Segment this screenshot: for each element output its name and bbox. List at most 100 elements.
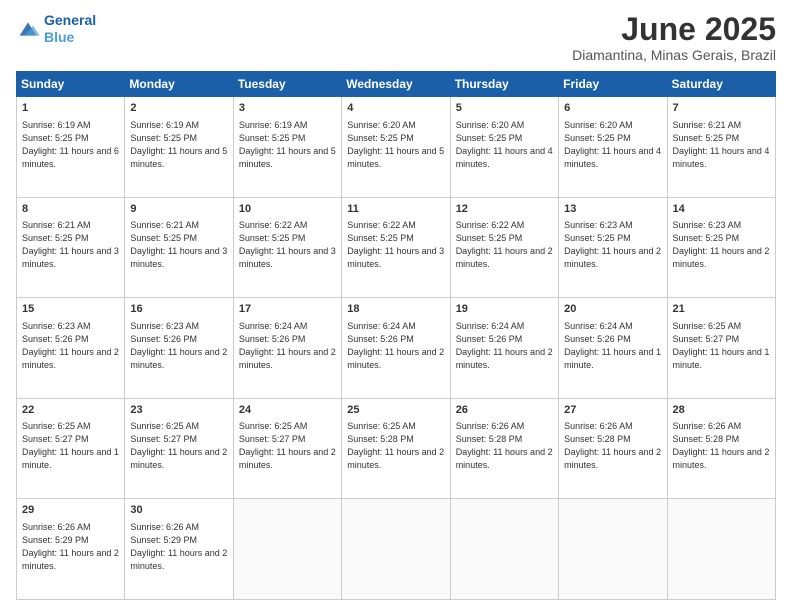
title-block: June 2025 Diamantina, Minas Gerais, Braz… (572, 12, 776, 63)
calendar-day-cell: 18Sunrise: 6:24 AMSunset: 5:26 PMDayligh… (342, 298, 450, 399)
calendar-day-cell: 11 Sunrise: 6:22 AMSunset: 5:25 PMDayligh… (342, 197, 450, 298)
calendar-day-cell: 23 Sunrise: 6:25 AMSunset: 5:27 PMDayligh… (125, 398, 233, 499)
col-wednesday: Wednesday (342, 72, 450, 97)
day-info: Sunrise: 6:19 AMSunset: 5:25 PMDaylight:… (239, 119, 336, 171)
day-info: Sunrise: 6:24 AMSunset: 5:26 PMDaylight:… (456, 320, 553, 372)
day-number: 17 (239, 302, 336, 317)
calendar-day-cell (559, 499, 667, 600)
day-number: 3 (239, 101, 336, 116)
calendar-day-cell: 3 Sunrise: 6:19 AMSunset: 5:25 PMDaylight… (233, 97, 341, 198)
day-info: Sunrise: 6:24 AMSunset: 5:26 PMDaylight:… (347, 320, 444, 372)
logo: General Blue (16, 12, 96, 46)
day-info: Sunrise: 6:23 AMSunset: 5:25 PMDaylight:… (564, 219, 661, 271)
day-info: Sunrise: 6:26 AMSunset: 5:29 PMDaylight:… (130, 521, 227, 573)
day-info: Sunrise: 6:25 AMSunset: 5:27 PMDaylight:… (239, 420, 336, 472)
col-tuesday: Tuesday (233, 72, 341, 97)
day-number: 2 (130, 101, 227, 116)
calendar-day-cell: 9Sunrise: 6:21 AMSunset: 5:25 PMDaylight… (125, 197, 233, 298)
day-number: 19 (456, 302, 553, 317)
day-number: 16 (130, 302, 227, 317)
day-info: Sunrise: 6:24 AMSunset: 5:26 PMDaylight:… (564, 320, 661, 372)
calendar-day-cell: 13 Sunrise: 6:23 AMSunset: 5:25 PMDayligh… (559, 197, 667, 298)
day-number: 30 (130, 503, 227, 518)
calendar-day-cell: 4Sunrise: 6:20 AMSunset: 5:25 PMDaylight… (342, 97, 450, 198)
calendar-day-cell: 22Sunrise: 6:25 AMSunset: 5:27 PMDayligh… (17, 398, 125, 499)
day-info: Sunrise: 6:19 AMSunset: 5:25 PMDaylight:… (22, 119, 119, 171)
day-number: 7 (673, 101, 770, 116)
calendar-day-cell: 28Sunrise: 6:26 AMSunset: 5:28 PMDayligh… (667, 398, 775, 499)
day-number: 21 (673, 302, 770, 317)
calendar-day-cell: 8 Sunrise: 6:21 AMSunset: 5:25 PMDaylight… (17, 197, 125, 298)
logo-blue: Blue (44, 29, 74, 45)
day-number: 15 (22, 302, 119, 317)
calendar-day-cell: 19 Sunrise: 6:24 AMSunset: 5:26 PMDayligh… (450, 298, 558, 399)
day-number: 13 (564, 202, 661, 217)
day-number: 29 (22, 503, 119, 518)
col-friday: Friday (559, 72, 667, 97)
calendar-day-cell: 2 Sunrise: 6:19 AMSunset: 5:25 PMDaylight… (125, 97, 233, 198)
calendar-day-cell (233, 499, 341, 600)
day-info: Sunrise: 6:20 AMSunset: 5:25 PMDaylight:… (456, 119, 553, 171)
logo-icon (16, 19, 40, 39)
col-thursday: Thursday (450, 72, 558, 97)
col-monday: Monday (125, 72, 233, 97)
day-info: Sunrise: 6:25 AMSunset: 5:27 PMDaylight:… (130, 420, 227, 472)
day-number: 26 (456, 403, 553, 418)
title-month: June 2025 (572, 12, 776, 47)
calendar-day-cell: 16 Sunrise: 6:23 AMSunset: 5:26 PMDayligh… (125, 298, 233, 399)
day-number: 11 (347, 202, 444, 217)
day-number: 1 (22, 101, 119, 116)
calendar-day-cell (667, 499, 775, 600)
day-number: 12 (456, 202, 553, 217)
calendar-header-row: Sunday Monday Tuesday Wednesday Thursday… (17, 72, 776, 97)
day-number: 22 (22, 403, 119, 418)
day-info: Sunrise: 6:23 AMSunset: 5:26 PMDaylight:… (130, 320, 227, 372)
day-info: Sunrise: 6:21 AMSunset: 5:25 PMDaylight:… (673, 119, 770, 171)
calendar-day-cell: 21Sunrise: 6:25 AMSunset: 5:27 PMDayligh… (667, 298, 775, 399)
calendar-day-cell (342, 499, 450, 600)
day-number: 28 (673, 403, 770, 418)
page: General Blue June 2025 Diamantina, Minas… (0, 0, 792, 612)
calendar-day-cell: 14Sunrise: 6:23 AMSunset: 5:25 PMDayligh… (667, 197, 775, 298)
day-info: Sunrise: 6:19 AMSunset: 5:25 PMDaylight:… (130, 119, 227, 171)
calendar-body: 1 Sunrise: 6:19 AMSunset: 5:25 PMDaylight… (17, 97, 776, 600)
day-number: 23 (130, 403, 227, 418)
title-location: Diamantina, Minas Gerais, Brazil (572, 47, 776, 63)
col-saturday: Saturday (667, 72, 775, 97)
calendar-day-cell: 15Sunrise: 6:23 AMSunset: 5:26 PMDayligh… (17, 298, 125, 399)
calendar-week-row: 29 Sunrise: 6:26 AMSunset: 5:29 PMDayligh… (17, 499, 776, 600)
col-sunday: Sunday (17, 72, 125, 97)
calendar-day-cell: 10 Sunrise: 6:22 AMSunset: 5:25 PMDayligh… (233, 197, 341, 298)
day-number: 6 (564, 101, 661, 116)
day-number: 25 (347, 403, 444, 418)
calendar-table: Sunday Monday Tuesday Wednesday Thursday… (16, 71, 776, 600)
logo-general: General (44, 12, 96, 28)
calendar-day-cell: 7 Sunrise: 6:21 AMSunset: 5:25 PMDaylight… (667, 97, 775, 198)
day-number: 20 (564, 302, 661, 317)
calendar-week-row: 22 Sunrise: 6:25 AMSunset: 5:27 PMDayligh… (17, 398, 776, 499)
calendar-day-cell: 1 Sunrise: 6:19 AMSunset: 5:25 PMDaylight… (17, 97, 125, 198)
day-info: Sunrise: 6:21 AMSunset: 5:25 PMDaylight:… (22, 219, 119, 271)
day-number: 9 (130, 202, 227, 217)
day-info: Sunrise: 6:22 AMSunset: 5:25 PMDaylight:… (239, 219, 336, 271)
calendar-day-cell: 20 Sunrise: 6:24 AMSunset: 5:26 PMDayligh… (559, 298, 667, 399)
day-info: Sunrise: 6:22 AMSunset: 5:25 PMDaylight:… (456, 219, 553, 271)
day-number: 8 (22, 202, 119, 217)
logo-text: General Blue (44, 12, 96, 46)
day-info: Sunrise: 6:20 AMSunset: 5:25 PMDaylight:… (347, 119, 444, 171)
calendar-day-cell: 24 Sunrise: 6:25 AMSunset: 5:27 PMDayligh… (233, 398, 341, 499)
calendar-day-cell: 6Sunrise: 6:20 AMSunset: 5:25 PMDaylight… (559, 97, 667, 198)
day-number: 10 (239, 202, 336, 217)
calendar-day-cell: 27Sunrise: 6:26 AMSunset: 5:28 PMDayligh… (559, 398, 667, 499)
day-number: 24 (239, 403, 336, 418)
day-info: Sunrise: 6:26 AMSunset: 5:28 PMDaylight:… (564, 420, 661, 472)
calendar-day-cell: 12 Sunrise: 6:22 AMSunset: 5:25 PMDayligh… (450, 197, 558, 298)
day-info: Sunrise: 6:26 AMSunset: 5:28 PMDaylight:… (456, 420, 553, 472)
header: General Blue June 2025 Diamantina, Minas… (16, 12, 776, 63)
day-number: 14 (673, 202, 770, 217)
calendar-day-cell: 17 Sunrise: 6:24 AMSunset: 5:26 PMDayligh… (233, 298, 341, 399)
day-info: Sunrise: 6:22 AMSunset: 5:25 PMDaylight:… (347, 219, 444, 271)
day-info: Sunrise: 6:24 AMSunset: 5:26 PMDaylight:… (239, 320, 336, 372)
day-info: Sunrise: 6:26 AMSunset: 5:29 PMDaylight:… (22, 521, 119, 573)
calendar-week-row: 15 Sunrise: 6:23 AMSunset: 5:26 PMDayligh… (17, 298, 776, 399)
